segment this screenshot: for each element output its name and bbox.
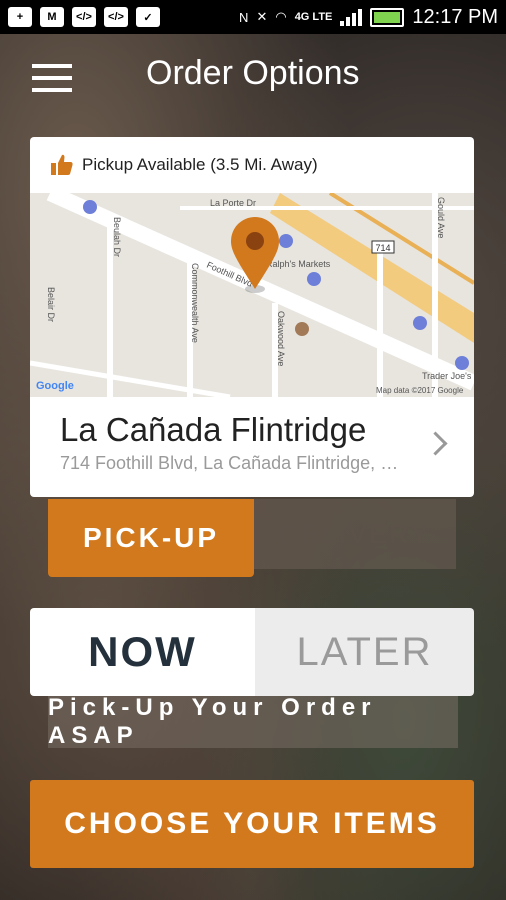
- street-label: Commonwealth Ave: [190, 263, 200, 343]
- mute-icon: ✕: [256, 9, 268, 24]
- street-label: Beulah Dr: [112, 217, 122, 257]
- code-icon: </>: [104, 7, 128, 27]
- gmail-icon: M: [40, 7, 64, 27]
- now-button[interactable]: NOW: [30, 608, 255, 696]
- shopping-poi-icon[interactable]: [455, 356, 469, 370]
- map[interactable]: 714 La Porte Dr Foothill Blvd Commonweal…: [30, 193, 474, 397]
- network-label: 4G LTE: [294, 11, 333, 23]
- shopping-poi-icon[interactable]: [83, 200, 97, 214]
- cafe-poi-icon[interactable]: [295, 322, 309, 336]
- fulfillment-toggle: PICK-UP DELIVERY: [48, 499, 456, 577]
- google-logo: Google: [36, 380, 74, 392]
- clock: 12:17 PM: [412, 5, 498, 28]
- place-row[interactable]: La Cañada Flintridge 714 Foothill Blvd, …: [30, 397, 474, 497]
- check-bubble-icon: ✓: [136, 7, 160, 27]
- poi-label: Ralph's Markets: [266, 259, 331, 269]
- delivery-button[interactable]: DELIVERY: [254, 499, 456, 569]
- thumbs-up-icon: [51, 154, 73, 175]
- wifi-icon: ◠: [275, 9, 287, 24]
- shopping-poi-icon[interactable]: [413, 316, 427, 330]
- poi-label: Trader Joe's: [422, 371, 472, 381]
- place-name: La Cañada Flintridge: [60, 411, 367, 448]
- timing-toggle: NOW LATER: [30, 608, 474, 696]
- hamburger-icon[interactable]: [32, 64, 72, 92]
- place-address: 714 Foothill Blvd, La Cañada Flintridge,…: [60, 453, 410, 473]
- plus-icon: +: [8, 7, 32, 27]
- street-label: Gould Ave: [436, 197, 446, 238]
- pickup-availability-text: Pickup Available (3.5 Mi. Away): [82, 155, 318, 174]
- choose-items-button[interactable]: CHOOSE YOUR ITEMS: [30, 780, 474, 868]
- code-icon: </>: [72, 7, 96, 27]
- street-label: La Porte Dr: [210, 198, 256, 208]
- timing-subtitle: Pick-Up Your Order ASAP: [48, 694, 458, 749]
- app-header: Order Options: [0, 34, 506, 120]
- battery-icon: [370, 7, 405, 27]
- shopping-poi-icon[interactable]: [307, 272, 321, 286]
- street-label: Oakwood Ave: [276, 311, 286, 366]
- route-shield: 714: [375, 243, 390, 253]
- map-attribution: Map data ©2017 Google: [376, 386, 464, 395]
- pickup-availability-row: Pickup Available (3.5 Mi. Away): [30, 137, 474, 193]
- nfc-icon: N: [239, 9, 249, 25]
- shopping-poi-icon[interactable]: [279, 234, 293, 248]
- page-title: Order Options: [146, 54, 360, 92]
- map-canvas: 714 La Porte Dr Foothill Blvd Commonweal…: [30, 193, 474, 397]
- later-button[interactable]: LATER: [255, 608, 474, 696]
- pickup-button[interactable]: PICK-UP: [48, 499, 254, 577]
- chevron-right-icon[interactable]: [423, 431, 448, 456]
- location-card: Pickup Available (3.5 Mi. Away) 714 La P…: [30, 137, 474, 497]
- street-label: Belair Dr: [46, 287, 56, 322]
- status-bar: + M </> </> ✓ N ✕ ◠ 4G LTE 12:17 PM: [0, 0, 506, 34]
- signal-icon: [340, 8, 363, 26]
